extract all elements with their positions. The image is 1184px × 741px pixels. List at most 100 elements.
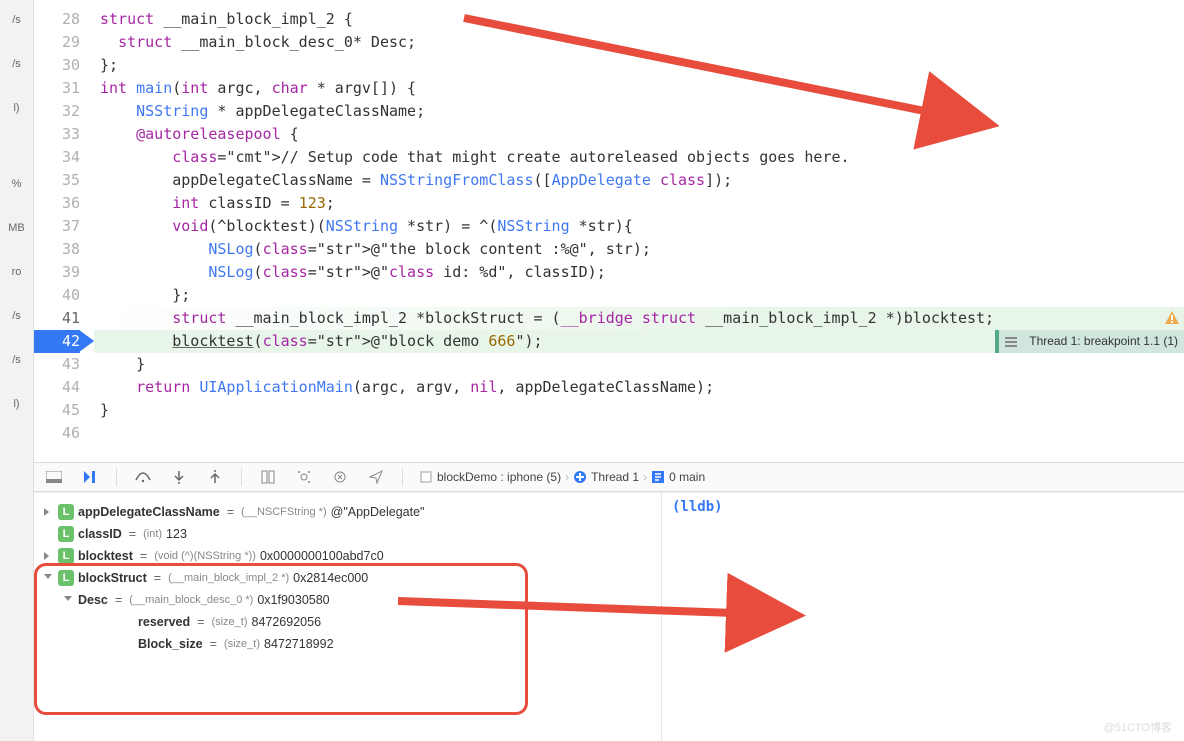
hamburger-icon xyxy=(1005,335,1019,349)
debug-toolbar: blockDemo : iphone (5) › Thread 1 › 0 ma… xyxy=(34,462,1184,492)
local-variable-icon: L xyxy=(58,548,74,564)
debug-breadcrumbs[interactable]: blockDemo : iphone (5) › Thread 1 › 0 ma… xyxy=(419,470,705,484)
code-line[interactable]: } xyxy=(94,399,1184,422)
line-number[interactable]: 41 xyxy=(34,307,80,330)
local-variable-icon: L xyxy=(58,526,74,542)
metric-label: ro xyxy=(12,266,22,278)
line-number[interactable]: 29 xyxy=(34,31,80,54)
breadcrumb-process[interactable]: blockDemo : iphone (5) xyxy=(437,470,561,484)
environment-overrides-button[interactable] xyxy=(330,467,350,487)
variable-type: (size_t) xyxy=(224,638,260,650)
code-line[interactable]: blocktest(class="str">@"block demo 666")… xyxy=(94,330,1184,353)
local-variable-icon: L xyxy=(58,570,74,586)
line-number[interactable]: 34 xyxy=(34,146,80,169)
line-number[interactable]: 38 xyxy=(34,238,80,261)
metric-label: l) xyxy=(13,102,19,114)
code-line[interactable]: NSLog(class="str">@"the block content :%… xyxy=(94,238,1184,261)
disclosure-triangle-icon[interactable] xyxy=(44,551,54,561)
line-number[interactable]: 36 xyxy=(34,192,80,215)
line-number[interactable]: 28 xyxy=(34,8,80,31)
variable-row[interactable]: LblockStruct = (__main_block_impl_2 *) 0… xyxy=(40,567,655,589)
step-out-button[interactable] xyxy=(205,467,225,487)
warning-icon[interactable] xyxy=(1164,310,1180,326)
continue-button[interactable] xyxy=(80,467,100,487)
code-line[interactable]: int classID = 123; xyxy=(94,192,1184,215)
debug-view-button[interactable] xyxy=(258,467,278,487)
variable-row[interactable]: LappDelegateClassName = (__NSCFString *)… xyxy=(40,501,655,523)
line-number[interactable]: 31 xyxy=(34,77,80,100)
variable-name: blocktest xyxy=(78,549,133,563)
code-line[interactable]: appDelegateClassName = NSStringFromClass… xyxy=(94,169,1184,192)
chevron-right-icon: › xyxy=(565,470,569,484)
location-button[interactable] xyxy=(366,467,386,487)
variable-value: 0x2814ec000 xyxy=(293,571,368,585)
variable-name: appDelegateClassName xyxy=(78,505,220,519)
variable-value: 8472718992 xyxy=(264,637,334,651)
line-number[interactable]: 33 xyxy=(34,123,80,146)
variable-value: 123 xyxy=(166,527,187,541)
code-line[interactable]: NSLog(class="str">@"class id: %d", class… xyxy=(94,261,1184,284)
console-pane[interactable]: (lldb) xyxy=(662,493,1184,741)
line-number[interactable]: 45 xyxy=(34,399,80,422)
chevron-right-icon: › xyxy=(643,470,647,484)
variable-row[interactable]: Lblocktest = (void (^)(NSString *)) 0x00… xyxy=(40,545,655,567)
variable-row[interactable]: LclassID = (int) 123 xyxy=(40,523,655,545)
code-line[interactable] xyxy=(94,422,1184,445)
breadcrumb-thread[interactable]: Thread 1 xyxy=(591,470,639,484)
frame-icon xyxy=(651,470,665,484)
variable-type: (void (^)(NSString *)) xyxy=(154,550,256,562)
variable-row[interactable]: Block_size = (size_t) 8472718992 xyxy=(40,633,655,655)
line-number[interactable]: 44 xyxy=(34,376,80,399)
line-number-gutter[interactable]: 28293031323334353637383940414243444546 xyxy=(34,0,94,462)
code-line[interactable]: void(^blocktest)(NSString *str) = ^(NSSt… xyxy=(94,215,1184,238)
thread-breakpoint-badge[interactable]: Thread 1: breakpoint 1.1 (1) xyxy=(995,330,1184,353)
line-number[interactable]: 46 xyxy=(34,422,80,445)
code-line[interactable]: struct __main_block_desc_0* Desc; xyxy=(94,31,1184,54)
line-number[interactable]: 30 xyxy=(34,54,80,77)
hide-debug-area-button[interactable] xyxy=(44,467,64,487)
variable-name: blockStruct xyxy=(78,571,147,585)
code-line[interactable]: NSString * appDelegateClassName; xyxy=(94,100,1184,123)
code-line[interactable]: class="cmt">// Setup code that might cre… xyxy=(94,146,1184,169)
variables-pane[interactable]: LappDelegateClassName = (__NSCFString *)… xyxy=(34,493,662,741)
disclosure-triangle-icon[interactable] xyxy=(44,573,54,583)
code-line[interactable]: struct __main_block_impl_2 *blockStruct … xyxy=(94,307,1184,330)
variable-type: (__main_block_desc_0 *) xyxy=(129,594,253,606)
disclosure-triangle-icon[interactable] xyxy=(44,507,54,517)
code-editor[interactable]: 28293031323334353637383940414243444546 s… xyxy=(34,0,1184,462)
line-number[interactable]: 32 xyxy=(34,100,80,123)
watermark: @51CTO博客 xyxy=(1104,719,1172,735)
variable-type: (__NSCFString *) xyxy=(241,506,327,518)
disclosure-triangle-icon[interactable] xyxy=(64,595,74,605)
variable-value: 0x0000000100abd7c0 xyxy=(260,549,384,563)
line-number[interactable]: 42 xyxy=(34,330,80,353)
code-line[interactable]: @autoreleasepool { xyxy=(94,123,1184,146)
thread-icon xyxy=(573,470,587,484)
variable-type: (__main_block_impl_2 *) xyxy=(168,572,289,584)
code-line[interactable]: struct __main_block_impl_2 { xyxy=(94,8,1184,31)
variable-name: classID xyxy=(78,527,122,541)
code-line[interactable]: int main(int argc, char * argv[]) { xyxy=(94,77,1184,100)
breadcrumb-frame[interactable]: 0 main xyxy=(669,470,705,484)
variable-row[interactable]: reserved = (size_t) 8472692056 xyxy=(40,611,655,633)
left-metrics-strip: /s/sl)%MBro/s/sl) xyxy=(0,0,34,741)
code-line[interactable]: }; xyxy=(94,284,1184,307)
line-number[interactable]: 39 xyxy=(34,261,80,284)
metric-label: % xyxy=(12,178,22,190)
line-number[interactable]: 37 xyxy=(34,215,80,238)
code-line[interactable]: return UIApplicationMain(argc, argv, nil… xyxy=(94,376,1184,399)
code-line[interactable]: }; xyxy=(94,54,1184,77)
code-content[interactable]: struct __main_block_impl_2 { struct __ma… xyxy=(94,0,1184,462)
line-number[interactable]: 35 xyxy=(34,169,80,192)
memory-graph-button[interactable] xyxy=(294,467,314,487)
step-over-button[interactable] xyxy=(133,467,153,487)
metric-label: /s xyxy=(12,14,21,26)
line-number[interactable]: 40 xyxy=(34,284,80,307)
process-icon xyxy=(419,470,433,484)
line-number[interactable]: 43 xyxy=(34,353,80,376)
variable-row[interactable]: Desc = (__main_block_desc_0 *) 0x1f90305… xyxy=(40,589,655,611)
metric-label: l) xyxy=(13,398,19,410)
variable-type: (size_t) xyxy=(211,616,247,628)
step-into-button[interactable] xyxy=(169,467,189,487)
code-line[interactable]: } xyxy=(94,353,1184,376)
